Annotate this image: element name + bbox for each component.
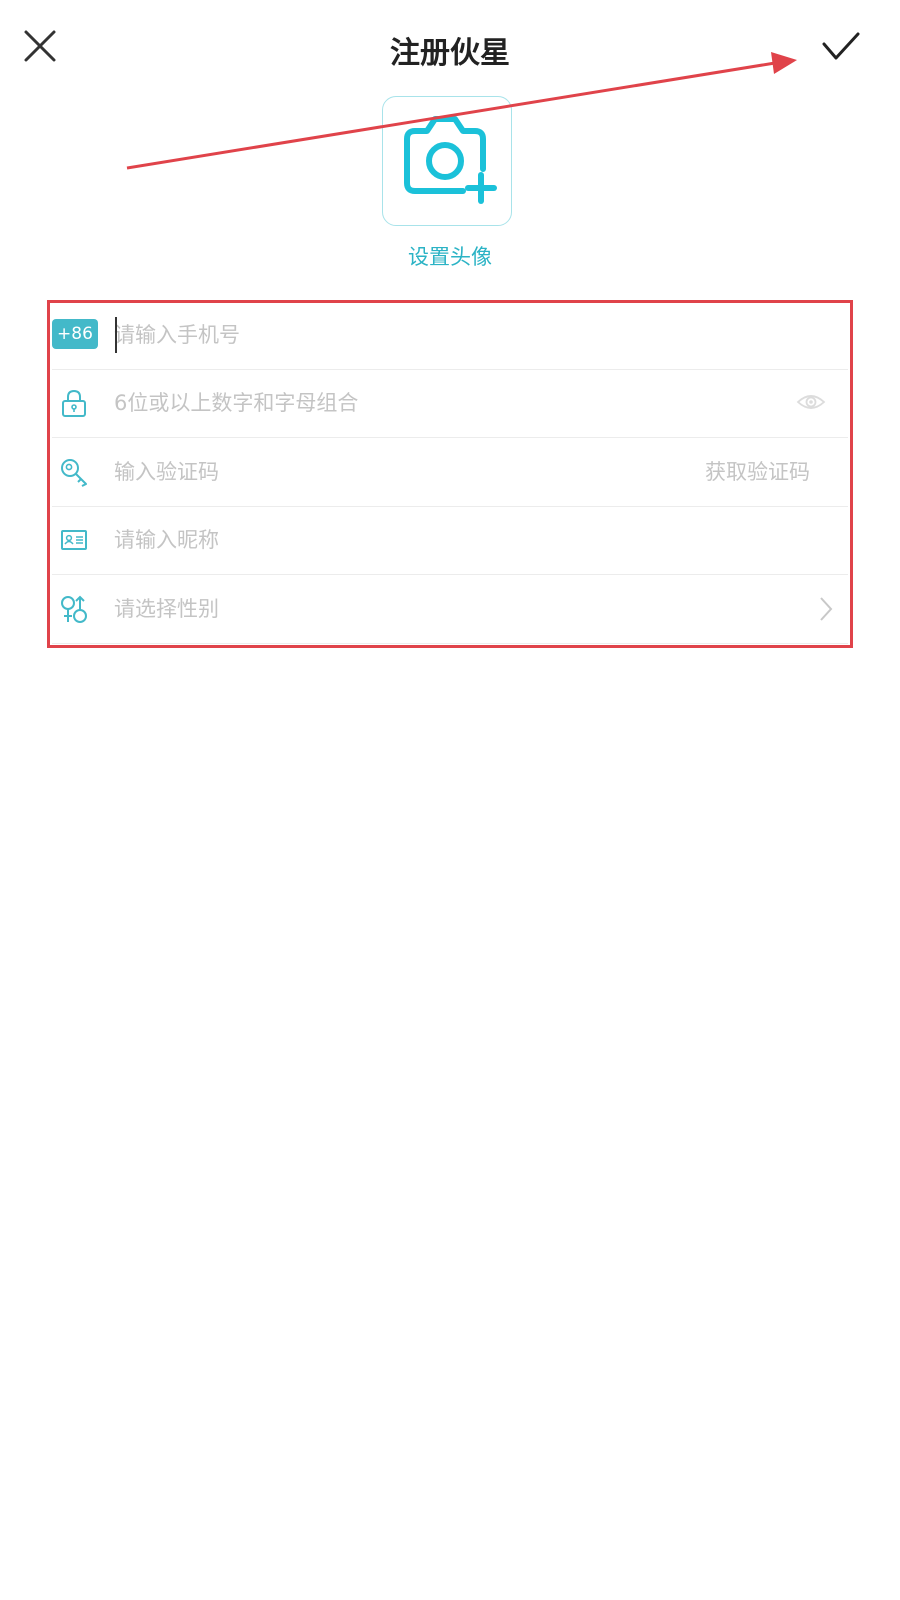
camera-add-icon	[404, 116, 497, 204]
checkmark-icon	[822, 32, 860, 60]
confirm-button[interactable]	[818, 28, 862, 64]
page-title: 注册伙星	[390, 36, 510, 71]
annotation-highlight-box	[47, 300, 853, 648]
avatar-upload-button[interactable]	[382, 96, 512, 226]
set-avatar-link[interactable]: 设置头像	[0, 242, 900, 272]
